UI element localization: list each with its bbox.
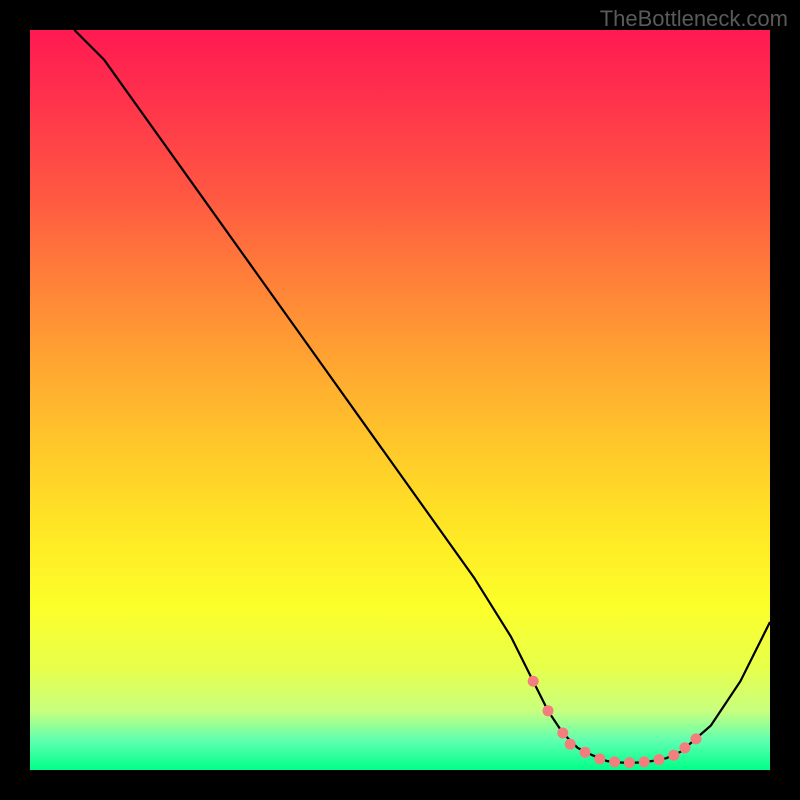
chart-marker — [679, 742, 690, 753]
chart-svg — [30, 30, 770, 770]
chart-marker — [609, 756, 620, 767]
chart-marker — [557, 728, 568, 739]
chart-marker — [543, 705, 554, 716]
chart-marker — [639, 756, 650, 767]
chart-marker — [668, 750, 679, 761]
chart-markers — [528, 676, 702, 768]
chart-marker — [594, 753, 605, 764]
chart-marker — [580, 747, 591, 758]
chart-marker — [691, 733, 702, 744]
chart-plot-area — [30, 30, 770, 770]
chart-marker — [654, 754, 665, 765]
chart-marker — [565, 739, 576, 750]
chart-curve — [74, 30, 770, 763]
chart-marker — [624, 757, 635, 768]
attribution-text: TheBottleneck.com — [600, 6, 788, 32]
chart-marker — [528, 676, 539, 687]
